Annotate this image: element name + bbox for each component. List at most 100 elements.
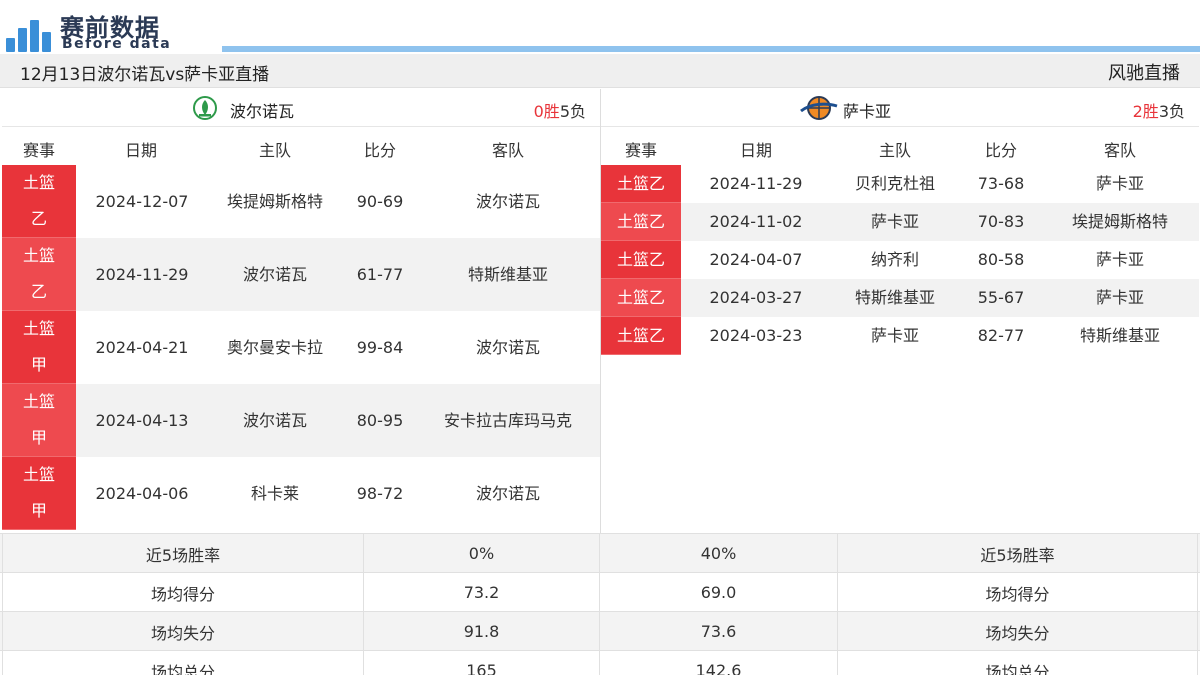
home-team[interactable]: 萨卡亚 [831, 317, 959, 355]
right-column-headers: 赛事 日期 主队 比分 客队 [601, 127, 1199, 165]
stat-label-right: 近5场胜率 [838, 534, 1198, 573]
match-score: 80-95 [356, 410, 404, 430]
match-score: 98-72 [356, 483, 404, 503]
away-team[interactable]: 萨卡亚 [1043, 241, 1197, 279]
league-badge: 土篮甲 [2, 457, 76, 530]
table-row[interactable]: 土篮乙 2024-12-07 埃提姆斯格特 90-69 波尔诺瓦 [2, 165, 600, 238]
table-row[interactable]: 土篮甲 2024-04-21 奥尔曼安卡拉 99-84 波尔诺瓦 [2, 311, 600, 384]
away-team[interactable]: 特斯维基亚 [420, 238, 596, 311]
home-team[interactable]: 纳齐利 [831, 241, 959, 279]
home-team[interactable]: 贝利克杜祖 [831, 165, 959, 203]
league-badge: 土篮甲 [2, 384, 76, 457]
league-badge: 土篮乙 [601, 165, 681, 203]
stat-value-left: 91.8 [364, 612, 600, 651]
left-record-wins: 0胜 [533, 102, 560, 121]
match-date: 2024-11-29 [709, 174, 803, 193]
away-team[interactable]: 萨卡亚 [1043, 165, 1197, 203]
col-league: 赛事 [624, 141, 657, 160]
home-team[interactable]: 萨卡亚 [831, 203, 959, 241]
match-date: 2024-12-07 [95, 191, 189, 211]
stat-value-right: 40% [600, 534, 838, 573]
stat-label-left: 场均总分 [2, 651, 364, 675]
table-row[interactable]: 土篮乙 2024-03-23 萨卡亚 82-77 特斯维基亚 [601, 317, 1199, 355]
away-team[interactable]: 波尔诺瓦 [420, 165, 596, 238]
stat-row-avg-total: 场均总分 165 142.6 场均总分 [0, 650, 1200, 675]
match-score: 73-68 [977, 174, 1025, 193]
right-team-record: 2胜3负 [1133, 98, 1185, 122]
league-badge: 土篮乙 [601, 203, 681, 241]
away-team[interactable]: 安卡拉古库玛马克 [420, 384, 596, 457]
away-team[interactable]: 特斯维基亚 [1043, 317, 1197, 355]
stat-value-right: 142.6 [600, 651, 838, 675]
logo-subtitle: Before data [62, 36, 172, 52]
stat-label-right: 场均得分 [838, 573, 1198, 612]
table-row[interactable]: 土篮乙 2024-11-02 萨卡亚 70-83 埃提姆斯格特 [601, 203, 1199, 241]
right-record-wins: 2胜 [1132, 102, 1159, 121]
table-row[interactable]: 土篮乙 2024-03-27 特斯维基亚 55-67 萨卡亚 [601, 279, 1199, 317]
stat-value-right: 69.0 [600, 573, 838, 612]
left-column-headers: 赛事 日期 主队 比分 客队 [2, 127, 600, 165]
right-record-losses: 3负 [1158, 102, 1185, 121]
stat-value-left: 0% [364, 534, 600, 573]
away-team[interactable]: 波尔诺瓦 [420, 457, 596, 530]
col-score: 比分 [363, 141, 396, 160]
table-row[interactable]: 土篮甲 2024-04-13 波尔诺瓦 80-95 安卡拉古库玛马克 [2, 384, 600, 457]
match-score: 82-77 [977, 326, 1025, 345]
home-team[interactable]: 波尔诺瓦 [210, 238, 340, 311]
table-row[interactable]: 土篮乙 2024-11-29 波尔诺瓦 61-77 特斯维基亚 [2, 238, 600, 311]
match-date: 2024-04-07 [709, 250, 803, 269]
league-badge: 土篮乙 [601, 279, 681, 317]
stat-row-avg-conceded: 场均失分 91.8 73.6 场均失分 [0, 611, 1200, 651]
match-score: 55-67 [977, 288, 1025, 307]
match-date: 2024-11-02 [709, 212, 803, 231]
league-badge: 土篮乙 [2, 165, 76, 238]
league-badge: 土篮乙 [2, 238, 76, 311]
col-league: 赛事 [22, 141, 55, 160]
match-score: 80-58 [977, 250, 1025, 269]
col-score: 比分 [984, 141, 1017, 160]
table-row[interactable]: 土篮甲 2024-04-06 科卡莱 98-72 波尔诺瓦 [2, 457, 600, 530]
home-team[interactable]: 奥尔曼安卡拉 [210, 311, 340, 384]
league-badge: 土篮乙 [601, 317, 681, 355]
match-title: 12月13日波尔诺瓦vs萨卡亚直播 [20, 65, 270, 85]
stat-row-win-rate: 近5场胜率 0% 40% 近5场胜率 [0, 533, 1200, 573]
stat-value-left: 73.2 [364, 573, 600, 612]
match-date: 2024-03-27 [709, 288, 803, 307]
home-team[interactable]: 科卡莱 [210, 457, 340, 530]
league-badge: 土篮甲 [2, 311, 76, 384]
header-divider [222, 46, 1200, 52]
col-home: 主队 [258, 141, 291, 160]
table-row[interactable]: 土篮乙 2024-11-29 贝利克杜祖 73-68 萨卡亚 [601, 165, 1199, 203]
stat-label-left: 场均失分 [2, 612, 364, 651]
col-home: 主队 [878, 141, 911, 160]
match-score: 90-69 [356, 191, 404, 211]
brand-name: 风驰直播 [1108, 63, 1180, 84]
away-team[interactable]: 埃提姆斯格特 [1043, 203, 1197, 241]
stat-label-left: 近5场胜率 [2, 534, 364, 573]
col-date: 日期 [124, 141, 157, 160]
match-score: 99-84 [356, 337, 404, 357]
col-away: 客队 [1103, 141, 1136, 160]
home-team[interactable]: 波尔诺瓦 [210, 384, 340, 457]
stat-value-right: 73.6 [600, 612, 838, 651]
match-date: 2024-04-13 [95, 410, 189, 430]
match-score: 70-83 [977, 212, 1025, 231]
col-away: 客队 [491, 141, 524, 160]
home-team[interactable]: 埃提姆斯格特 [210, 165, 340, 238]
away-team[interactable]: 波尔诺瓦 [420, 311, 596, 384]
team-crest-green-icon [193, 96, 217, 120]
match-score: 61-77 [356, 264, 404, 284]
match-title-bar: 12月13日波尔诺瓦vs萨卡亚直播 风驰直播 [0, 54, 1200, 88]
away-team[interactable]: 萨卡亚 [1043, 279, 1197, 317]
match-date: 2024-04-21 [95, 337, 189, 357]
left-team-name: 波尔诺瓦 [230, 102, 295, 121]
stat-value-left: 165 [364, 651, 600, 675]
home-team[interactable]: 特斯维基亚 [831, 279, 959, 317]
left-team-record: 0胜5负 [534, 98, 586, 122]
stat-label-left: 场均得分 [2, 573, 364, 612]
bar-chart-logo-icon [6, 14, 54, 52]
match-date: 2024-03-23 [709, 326, 803, 345]
left-record-losses: 5负 [559, 102, 586, 121]
table-row[interactable]: 土篮乙 2024-04-07 纳齐利 80-58 萨卡亚 [601, 241, 1199, 279]
logo: 赛前数据 Before data [6, 8, 216, 54]
